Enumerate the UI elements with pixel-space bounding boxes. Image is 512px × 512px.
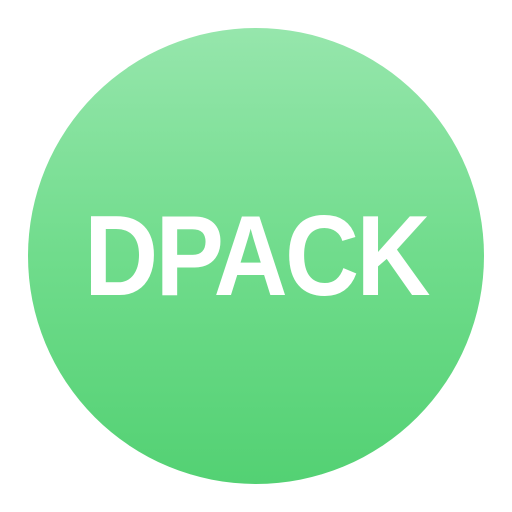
app-icon[interactable]: DPACK bbox=[28, 28, 484, 484]
app-icon-label: DPACK bbox=[84, 193, 430, 320]
app-icon-canvas: DPACK bbox=[0, 0, 512, 512]
